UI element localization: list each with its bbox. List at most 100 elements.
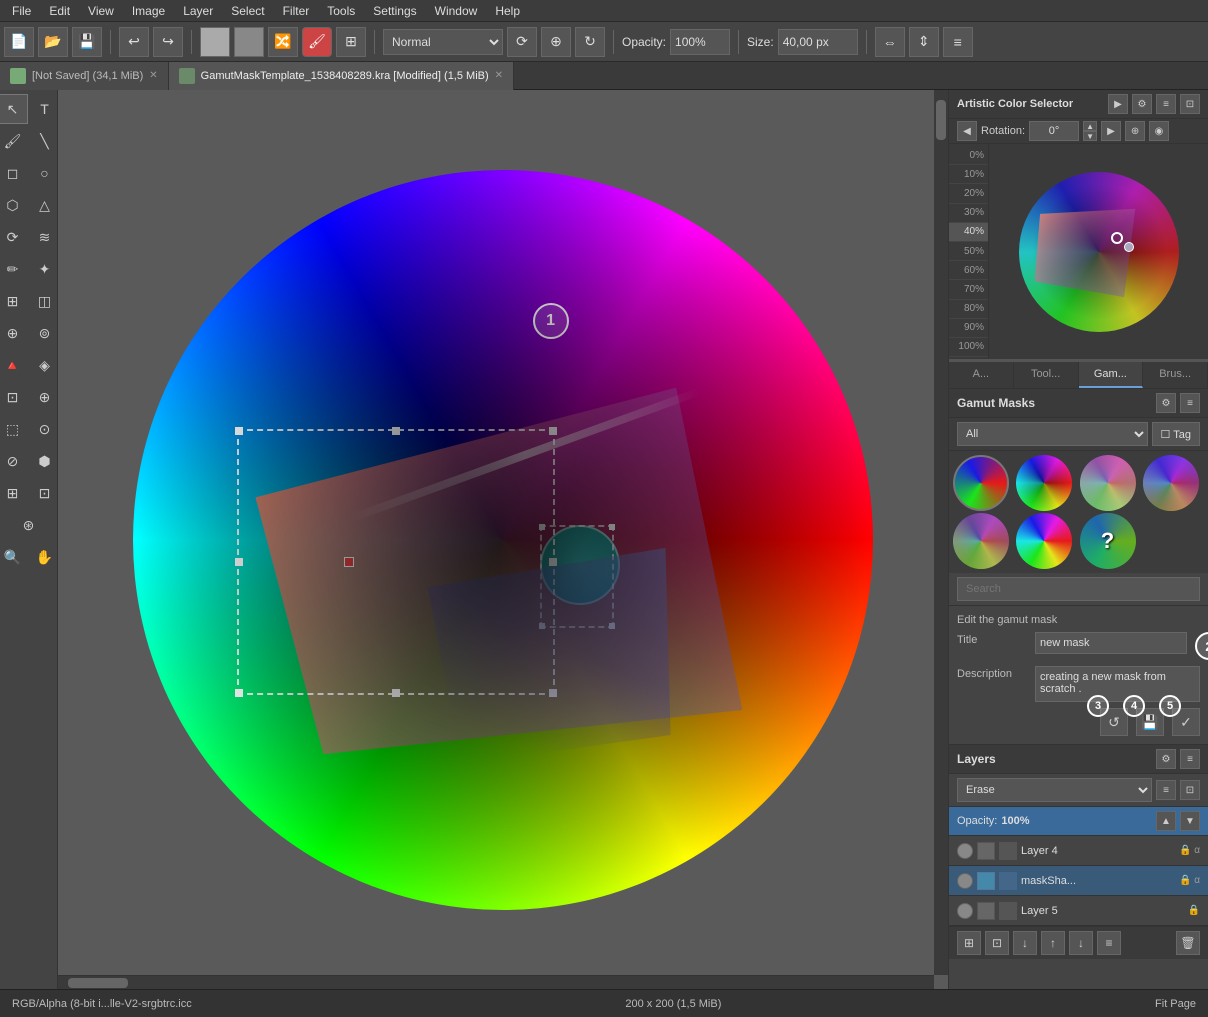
fit-page[interactable]: Fit Page xyxy=(1155,998,1196,1010)
confirm-mask-button[interactable]: ✓ 5 xyxy=(1172,708,1200,736)
pct-0[interactable]: 0% xyxy=(949,146,988,165)
move-down-button[interactable]: ↓ xyxy=(1069,931,1093,955)
pct-60[interactable]: 60% xyxy=(949,261,988,280)
polygon-tool[interactable]: ⬡ xyxy=(0,190,28,220)
open-button[interactable]: 📂 xyxy=(38,27,68,57)
opacity-down[interactable]: ▼ xyxy=(1180,811,1200,831)
mini-wheel-container[interactable] xyxy=(989,144,1208,359)
mask-thumb-7[interactable]: ? xyxy=(1080,513,1136,569)
layer-4-visibility[interactable] xyxy=(957,843,973,859)
smear-tool[interactable]: ≋ xyxy=(30,222,60,252)
pct-10[interactable]: 10% xyxy=(949,165,988,184)
menu-tools[interactable]: Tools xyxy=(319,2,363,20)
pct-80[interactable]: 80% xyxy=(949,300,988,319)
mirror-h-button[interactable]: ⇔ xyxy=(875,27,905,57)
duplicate-layer-button[interactable]: ↓ xyxy=(1013,931,1037,955)
size-input[interactable] xyxy=(778,29,858,55)
delete-layer-button[interactable]: 🗑 xyxy=(1176,931,1200,955)
hue-button[interactable]: ◉ xyxy=(1149,121,1169,141)
contiguous-select[interactable]: ⊛ xyxy=(14,510,44,540)
menu-layer[interactable]: Layer xyxy=(175,2,221,20)
tag-button[interactable]: ☐ Tag xyxy=(1152,422,1200,446)
menu-image[interactable]: Image xyxy=(124,2,173,20)
mask-thumb-6[interactable] xyxy=(1016,513,1072,569)
line-tool[interactable]: ╲ xyxy=(30,126,60,156)
filter-select[interactable]: All xyxy=(957,422,1148,446)
mini-color-wheel[interactable] xyxy=(1019,172,1179,332)
tab-gamut[interactable]: GamutMaskTemplate_1538408289.kra [Modifi… xyxy=(169,62,514,90)
menu-filter[interactable]: Filter xyxy=(275,2,318,20)
poly-lasso-tool[interactable]: ⬢ xyxy=(30,446,60,476)
panel-play-button[interactable]: ▶ xyxy=(1108,94,1128,114)
canvas-area[interactable]: 1 xyxy=(58,90,948,989)
new-document-button[interactable]: 📄 xyxy=(4,27,34,57)
rotation-next-button[interactable]: ▶ xyxy=(1101,121,1121,141)
tab-artistic[interactable]: A... xyxy=(949,362,1014,388)
mask-thumb-2[interactable] xyxy=(1016,455,1072,511)
erase-tool[interactable]: ◻ xyxy=(0,158,28,188)
gamut-close[interactable]: ≡ xyxy=(1180,393,1200,413)
group-layer-button[interactable]: ⊡ xyxy=(985,931,1009,955)
pct-100[interactable]: 100% xyxy=(949,338,988,357)
smart-brush-tool[interactable]: ✦ xyxy=(30,254,60,284)
grid-button[interactable]: ⊞ xyxy=(336,27,366,57)
layer-item-mask[interactable]: maskSha... 🔒 α xyxy=(949,866,1208,896)
rotation-up[interactable]: ▲ xyxy=(1083,121,1097,131)
crop-tool[interactable]: ⊡ xyxy=(0,382,28,412)
pointer-tool[interactable]: ↖ xyxy=(0,94,28,124)
panel-close-panel-button[interactable]: ≡ xyxy=(1156,94,1176,114)
pct-50[interactable]: 50% xyxy=(949,242,988,261)
menu-select[interactable]: Select xyxy=(223,2,272,20)
color-fill[interactable]: ◈ xyxy=(30,350,60,380)
zoom-tool[interactable]: 🔍 xyxy=(0,542,28,572)
title-input[interactable] xyxy=(1035,632,1187,654)
ellipse-tool[interactable]: ○ xyxy=(30,158,60,188)
tab-tool[interactable]: Tool... xyxy=(1014,362,1079,388)
layers-blend-mode[interactable]: Erase xyxy=(957,778,1152,802)
channel-button[interactable]: ⊕ xyxy=(1125,121,1145,141)
smart-select[interactable]: ⊡ xyxy=(30,478,60,508)
opacity-up[interactable]: ▲ xyxy=(1156,811,1176,831)
mirror-v-button[interactable]: ⇕ xyxy=(909,27,939,57)
measure-tool[interactable]: ⊕ xyxy=(0,318,28,348)
opacity-input[interactable] xyxy=(670,29,730,55)
warp-tool[interactable]: ⟳ xyxy=(0,222,28,252)
color-picker[interactable]: 🔺 xyxy=(0,350,28,380)
pct-90[interactable]: 90% xyxy=(949,319,988,338)
pct-40[interactable]: 40% xyxy=(949,223,988,242)
text-tool[interactable]: T xyxy=(30,94,60,124)
tab-close-2[interactable]: ✕ xyxy=(495,70,503,81)
layer-item-4[interactable]: Layer 4 🔒 α xyxy=(949,836,1208,866)
scrollbar-thumb-h[interactable] xyxy=(68,978,128,988)
calligraphy-tool[interactable]: ✏ xyxy=(0,254,28,284)
mask-thumb-5[interactable] xyxy=(953,513,1009,569)
gradient-tool[interactable]: ◫ xyxy=(30,286,60,316)
scrollbar-thumb-v[interactable] xyxy=(936,100,946,140)
rotation-input[interactable] xyxy=(1029,121,1079,141)
tab-not-saved[interactable]: [Not Saved] (34,1 MiB) ✕ xyxy=(0,62,169,90)
copy-button[interactable]: ⊕ xyxy=(541,27,571,57)
pct-30[interactable]: 30% xyxy=(949,204,988,223)
menu-help[interactable]: Help xyxy=(487,2,528,20)
gamut-configure[interactable]: ⚙ xyxy=(1156,393,1176,413)
rotation-down[interactable]: ▼ xyxy=(1083,131,1097,141)
menu-settings[interactable]: Settings xyxy=(365,2,424,20)
panel-configure-button[interactable]: ⚙ xyxy=(1132,94,1152,114)
selection-paint[interactable]: ⊞ xyxy=(0,478,28,508)
layer-5-visibility[interactable] xyxy=(957,903,973,919)
pct-20[interactable]: 20% xyxy=(949,184,988,203)
save-mask-button[interactable]: 💾 4 xyxy=(1136,708,1164,736)
menu-view[interactable]: View xyxy=(80,2,122,20)
brush-preset-button[interactable]: 🖌 xyxy=(302,27,332,57)
layer-filter-button[interactable]: ≡ xyxy=(1156,780,1176,800)
fill-tool[interactable]: ⊞ xyxy=(0,286,28,316)
menu-file[interactable]: File xyxy=(4,2,39,20)
rotation-prev-button[interactable]: ◀ xyxy=(957,121,977,141)
pan-tool[interactable]: ✋ xyxy=(30,542,60,572)
ellipse-select[interactable]: ⊙ xyxy=(30,414,60,444)
tab-gamut[interactable]: Gam... xyxy=(1079,362,1144,388)
color-swap-button[interactable]: 🔀 xyxy=(268,27,298,57)
stroke-color-button[interactable] xyxy=(234,27,264,57)
reset-mask-button[interactable]: ↺ 3 xyxy=(1100,708,1128,736)
blend-mode-select[interactable]: Normal xyxy=(383,29,503,55)
